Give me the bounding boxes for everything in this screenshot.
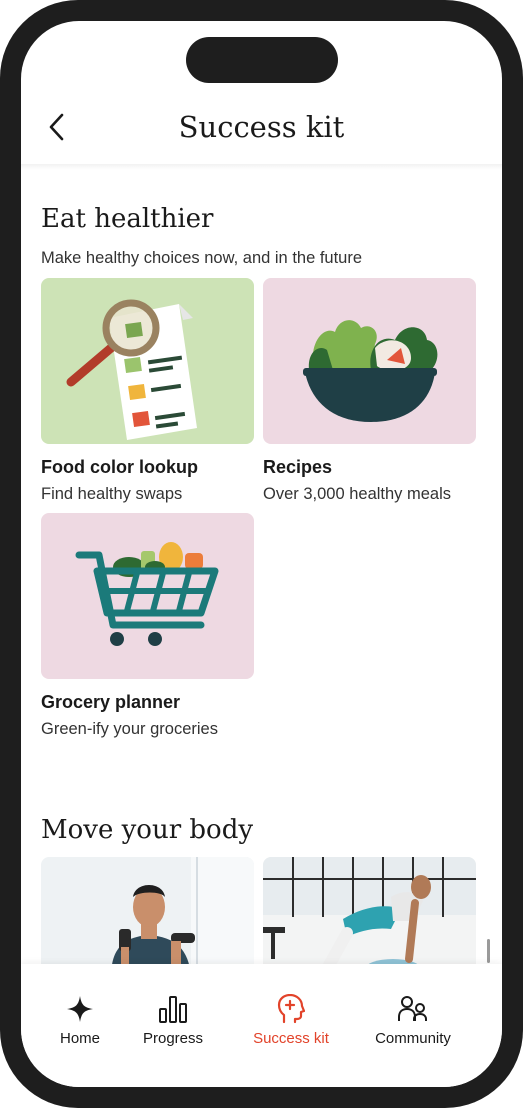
top-bar: Success kit bbox=[21, 101, 502, 165]
tab-progress[interactable]: Progress bbox=[118, 994, 228, 1056]
grocery-planner-card[interactable]: Grocery planner Green-ify your groceries bbox=[41, 513, 254, 739]
food-color-lookup-tile bbox=[41, 278, 254, 444]
section-title-move: Move your body bbox=[41, 815, 254, 845]
bar-chart-icon bbox=[158, 994, 188, 1024]
card-subtitle: Find healthy swaps bbox=[41, 485, 183, 503]
dumbbell-workout-image bbox=[41, 857, 254, 977]
grocery-planner-tile bbox=[41, 513, 254, 679]
card-subtitle: Over 3,000 healthy meals bbox=[263, 485, 452, 503]
dynamic-island bbox=[186, 37, 338, 83]
tab-community[interactable]: Community bbox=[358, 994, 468, 1056]
phone-frame: Success kit Eat healthier Make healthy c… bbox=[0, 0, 523, 1108]
tab-success-kit[interactable]: Success kit bbox=[236, 994, 346, 1056]
screen: Success kit Eat healthier Make healthy c… bbox=[21, 21, 502, 1087]
recipes-card[interactable]: Recipes Over 3,000 healthy meals bbox=[263, 278, 476, 504]
card-title: Food color lookup bbox=[41, 457, 198, 477]
page-title: Success kit bbox=[178, 110, 345, 144]
bottom-tab-bar: Home Progress Success kit Community bbox=[21, 964, 502, 1087]
header-divider bbox=[21, 164, 502, 170]
recipes-tile bbox=[263, 278, 476, 444]
card-subtitle: Green-ify your groceries bbox=[41, 720, 218, 738]
tab-label: Community bbox=[375, 1030, 451, 1047]
tab-label: Progress bbox=[142, 1030, 204, 1047]
card-title: Grocery planner bbox=[41, 692, 181, 712]
salad-bowl-illustration bbox=[303, 320, 438, 422]
stretch-workout-photo[interactable] bbox=[263, 857, 476, 977]
section-subtitle-eat: Make healthy choices now, and in the fut… bbox=[41, 249, 363, 267]
sparkle-icon bbox=[65, 994, 95, 1024]
scrollbar-thumb[interactable] bbox=[487, 939, 490, 963]
head-plus-icon bbox=[276, 994, 306, 1024]
tab-label: Success kit bbox=[253, 1030, 329, 1047]
people-icon bbox=[398, 994, 428, 1024]
food-color-lookup-card[interactable]: Food color lookup Find healthy swaps bbox=[41, 278, 254, 504]
shopping-cart-illustration bbox=[75, 542, 219, 646]
magnifier-checklist-illustration bbox=[66, 299, 197, 440]
dumbbell-workout-photo[interactable] bbox=[41, 857, 254, 977]
section-title-eat: Eat healthier bbox=[41, 204, 214, 234]
stretch-workout-image bbox=[263, 857, 476, 977]
tab-label: Home bbox=[59, 1030, 100, 1047]
card-title: Recipes bbox=[263, 457, 333, 477]
